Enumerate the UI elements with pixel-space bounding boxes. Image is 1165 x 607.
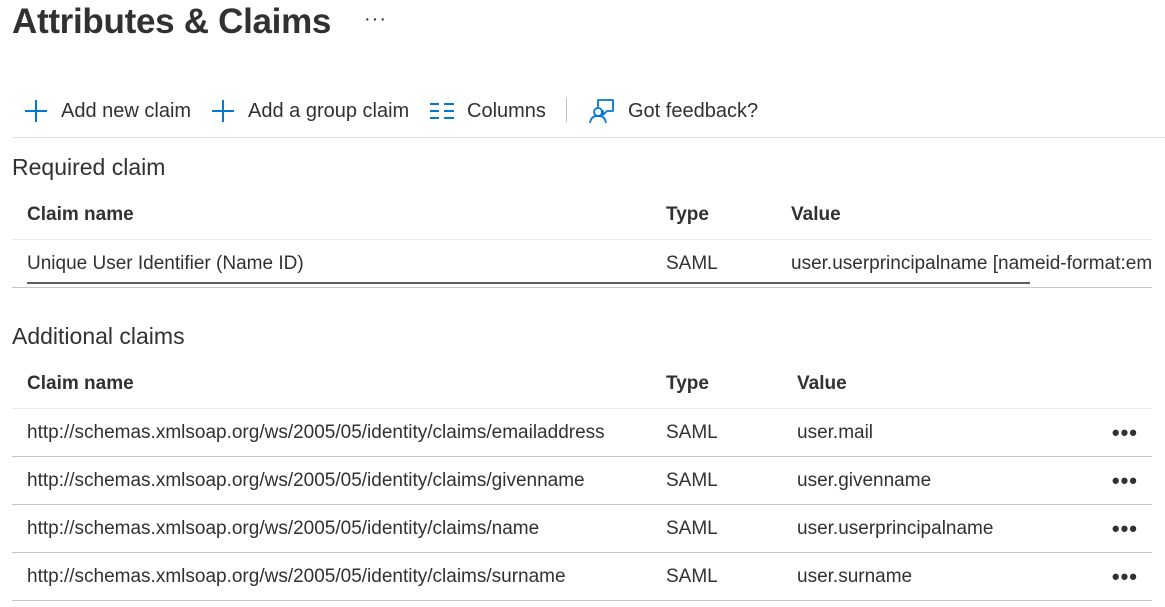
claim-value-cell: user.userprincipalname [nameid-format:em… — [791, 252, 1152, 274]
table-row[interactable]: http://schemas.xmlsoap.org/ws/2005/05/id… — [12, 505, 1152, 553]
claim-type-cell: SAML — [666, 252, 718, 274]
column-header-claim-name[interactable]: Claim name — [27, 191, 134, 239]
claim-value-cell: user.surname — [797, 565, 913, 587]
page-title: Attributes & Claims — [12, 2, 332, 41]
add-group-claim-label: Add a group claim — [248, 99, 410, 122]
claim-type-cell: SAML — [666, 565, 718, 587]
claim-name-cell: http://schemas.xmlsoap.org/ws/2005/05/id… — [27, 469, 585, 491]
claim-value-cell: user.userprincipalname — [797, 517, 994, 539]
claim-name-cell: Unique User Identifier (Name ID) — [27, 252, 304, 274]
claim-name-cell: http://schemas.xmlsoap.org/ws/2005/05/id… — [27, 565, 566, 587]
required-claim-table: Claim name Type Value Unique User Identi… — [12, 191, 1152, 288]
additional-claims-table: Claim name Type Value http://schemas.xml… — [12, 360, 1152, 601]
column-header-value[interactable]: Value — [791, 191, 841, 239]
columns-icon — [430, 103, 454, 119]
toolbar-divider — [566, 97, 567, 123]
claim-type-cell: SAML — [666, 469, 718, 491]
row-more-options-button[interactable]: ••• — [1112, 409, 1138, 456]
command-bar: Add new claim Add a group claim Columns … — [12, 90, 1165, 138]
add-new-claim-label: Add new claim — [61, 99, 192, 122]
claim-type-cell: SAML — [666, 421, 718, 443]
add-new-claim-button[interactable]: Add new claim — [24, 96, 191, 126]
claim-value-cell: user.mail — [797, 421, 874, 443]
feedback-button[interactable]: Got feedback? — [589, 96, 758, 126]
claim-name-cell: http://schemas.xmlsoap.org/ws/2005/05/id… — [27, 517, 540, 539]
add-group-claim-button[interactable]: Add a group claim — [211, 96, 409, 126]
required-claim-heading: Required claim — [12, 154, 166, 180]
table-header: Claim name Type Value — [12, 191, 1152, 240]
feedback-label: Got feedback? — [628, 99, 759, 122]
claim-type-cell: SAML — [666, 517, 718, 539]
columns-label: Columns — [467, 99, 546, 122]
table-row[interactable]: Unique User Identifier (Name ID) SAML us… — [12, 240, 1152, 288]
row-more-options-button[interactable]: ••• — [1112, 457, 1138, 504]
feedback-icon — [589, 99, 614, 124]
plus-icon — [25, 100, 47, 122]
table-row[interactable]: http://schemas.xmlsoap.org/ws/2005/05/id… — [12, 457, 1152, 505]
more-options-button[interactable]: ··· — [364, 8, 387, 31]
column-header-type[interactable]: Type — [666, 360, 709, 408]
table-row[interactable]: http://schemas.xmlsoap.org/ws/2005/05/id… — [12, 409, 1152, 457]
column-header-claim-name[interactable]: Claim name — [27, 360, 134, 408]
row-more-options-button[interactable]: ••• — [1112, 553, 1138, 600]
claim-name-cell: http://schemas.xmlsoap.org/ws/2005/05/id… — [27, 421, 605, 443]
column-header-type[interactable]: Type — [666, 191, 709, 239]
claim-value-cell: user.givenname — [797, 469, 932, 491]
row-focus-underline — [27, 282, 1030, 284]
additional-claims-heading: Additional claims — [12, 323, 185, 349]
plus-icon — [212, 100, 234, 122]
columns-button[interactable]: Columns — [430, 96, 546, 126]
column-header-value[interactable]: Value — [797, 360, 847, 408]
row-more-options-button[interactable]: ••• — [1112, 505, 1138, 552]
table-header: Claim name Type Value — [12, 360, 1152, 409]
table-row[interactable]: http://schemas.xmlsoap.org/ws/2005/05/id… — [12, 553, 1152, 601]
